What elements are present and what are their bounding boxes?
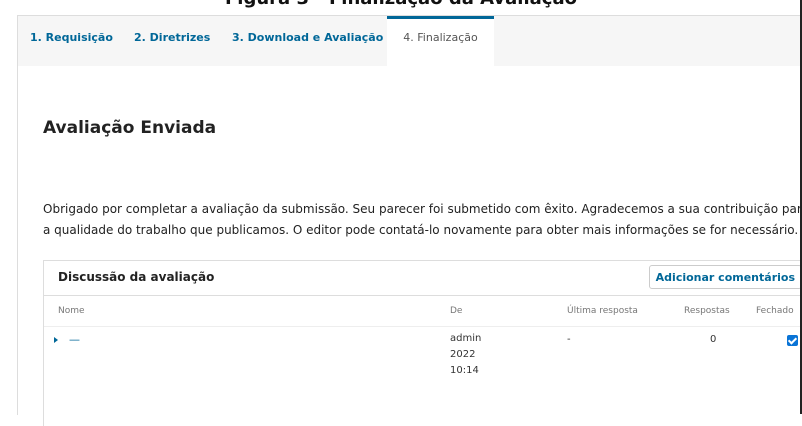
tab-requisicao[interactable]: 1. Requisição <box>30 16 113 66</box>
column-header-last-reply: Última resposta <box>567 306 638 316</box>
panel-title: Discussão da avaliação <box>58 270 215 284</box>
figure-caption: Figura 3 - Finalização da Avaliação <box>0 0 802 10</box>
panel-header: Discussão da avaliação Adicionar comentá… <box>44 261 802 296</box>
column-header-replies: Respostas <box>684 306 730 316</box>
expand-chevron-icon[interactable] <box>54 337 58 343</box>
page-title: Avaliação Enviada <box>43 118 217 138</box>
wizard-content: Avaliação Enviada Obrigado por completar… <box>18 66 802 426</box>
column-header-closed: Fechado <box>756 306 794 316</box>
replies-count: 0 <box>710 334 717 345</box>
confirmation-message: Obrigado por completar a avaliação da su… <box>43 202 802 237</box>
from-cell: admin 2022 10:14 <box>450 331 540 379</box>
tab-diretrizes[interactable]: 2. Diretrizes <box>134 16 210 66</box>
column-header-from: De <box>450 306 463 316</box>
check-icon <box>787 335 798 345</box>
review-discussion-panel: Discussão da avaliação Adicionar comentá… <box>43 260 802 426</box>
from-time: 10:14 <box>450 365 479 376</box>
from-user: admin <box>450 333 482 344</box>
from-date: 2022 <box>450 349 476 360</box>
tab-finalizacao[interactable]: 4. Finalização <box>387 16 494 66</box>
discussion-name-link[interactable]: — <box>69 333 80 346</box>
wizard-tabs: 1. Requisição 2. Diretrizes 3. Download … <box>18 16 802 66</box>
last-reply-value: - <box>567 334 571 345</box>
review-complete-page: Figura 3 - Finalização da Avaliação 1. R… <box>0 0 802 426</box>
closed-checkbox[interactable] <box>787 335 798 346</box>
review-wizard: 1. Requisição 2. Diretrizes 3. Download … <box>17 15 802 426</box>
column-header-name: Nome <box>58 306 85 316</box>
row-divider <box>44 326 802 327</box>
tab-download-avaliacao[interactable]: 3. Download e Avaliação <box>232 16 383 66</box>
add-comment-button[interactable]: Adicionar comentários <box>648 265 802 289</box>
